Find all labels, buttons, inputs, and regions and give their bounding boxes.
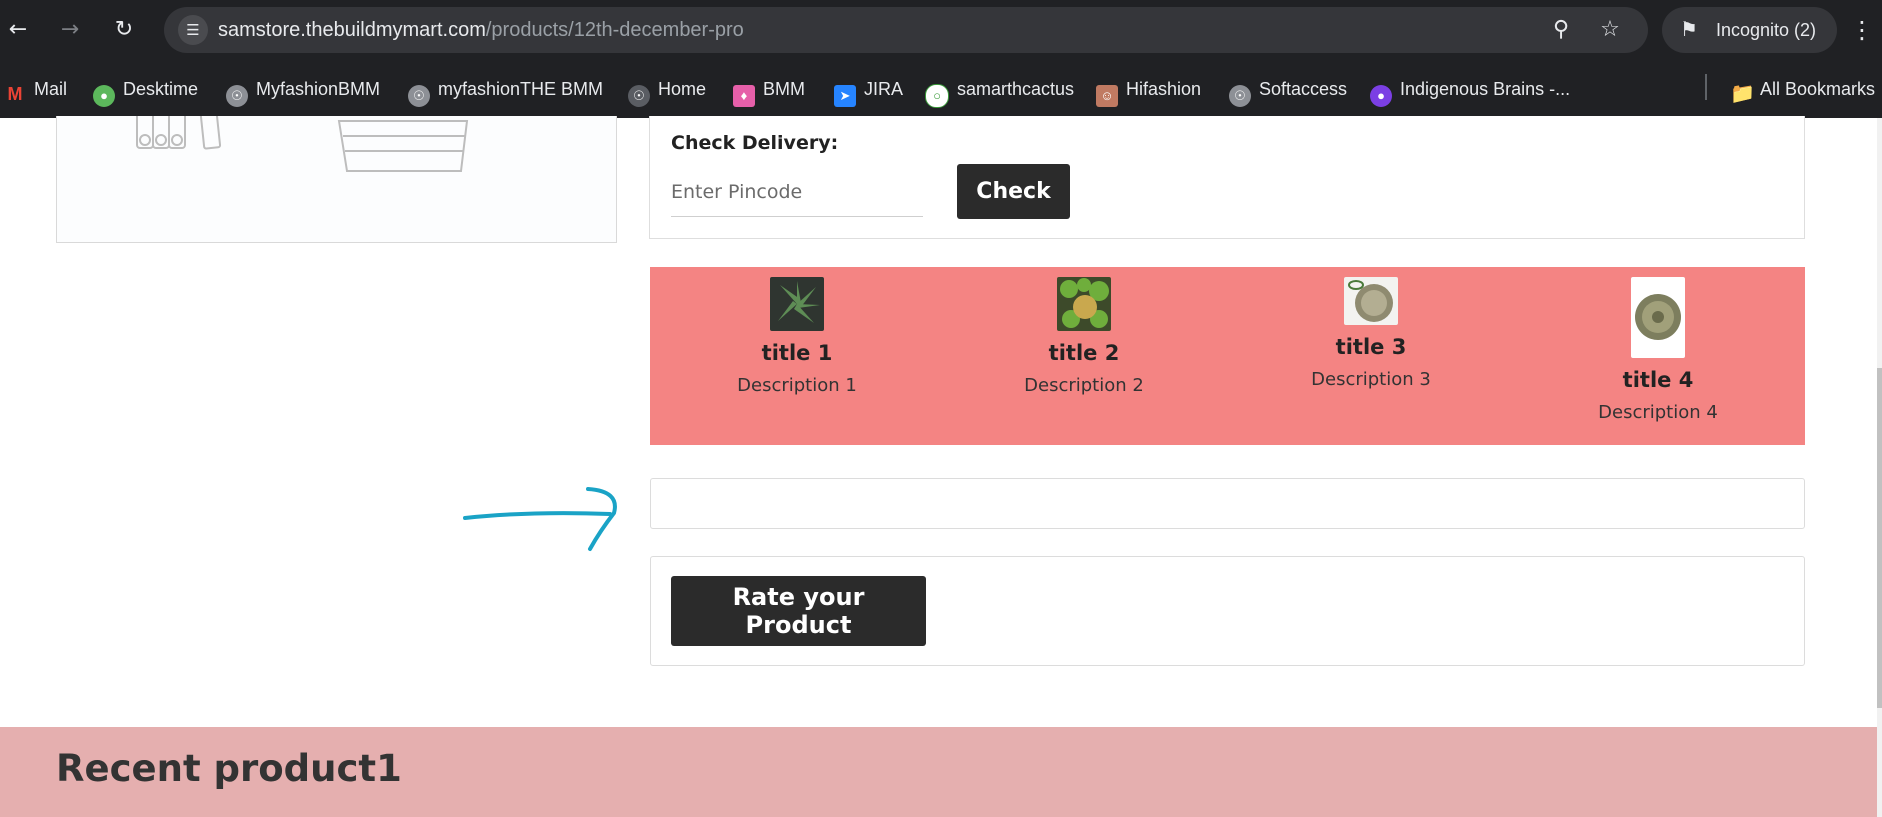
annotation-arrow-icon	[463, 487, 617, 551]
menu-dots-icon[interactable]: ⋮	[1850, 14, 1874, 46]
bookmark-bmm[interactable]: ♦ BMM	[733, 74, 805, 107]
globe-icon: ☉	[408, 85, 430, 107]
bookmark-home[interactable]: ☉ Home	[628, 74, 707, 107]
bmm-icon: ♦	[733, 85, 755, 107]
bookmark-label: Home	[658, 79, 707, 99]
incognito-label: Incognito (2)	[1716, 20, 1817, 40]
rate-product-button[interactable]: Rate your Product	[671, 576, 926, 646]
feature-item: title 2 Description 2	[954, 277, 1214, 396]
bookmark-desktime[interactable]: ● Desktime	[93, 74, 199, 107]
feature-item: title 4 Description 4	[1528, 277, 1788, 423]
cactus-thumbnail-1	[770, 277, 824, 331]
samarthcactus-icon: ○	[925, 84, 949, 108]
bookmarks-bar: M Mail ● Desktime ☉ MyfashionBMM ☉ myfashion…	[0, 60, 1882, 118]
url-path: /products/12th-december-pro	[485, 19, 744, 41]
incognito-icon: ⚑	[1680, 19, 1698, 41]
star-icon[interactable]: ☆	[1595, 15, 1625, 45]
feature-title: title 3	[1335, 335, 1407, 359]
bookmark-label: BMM	[763, 79, 805, 99]
check-button[interactable]: Check	[957, 164, 1070, 219]
hifashion-icon: ☺	[1096, 85, 1118, 107]
globe-icon: ☉	[1229, 85, 1251, 107]
bookmark-mail[interactable]: M Mail	[4, 74, 68, 104]
product-placeholder-illustration	[136, 104, 469, 172]
indigenous-icon: ●	[1370, 85, 1392, 107]
feature-description: Description 2	[1024, 375, 1144, 396]
feature-title: title 4	[1622, 368, 1694, 392]
product-image-card	[56, 104, 617, 243]
feature-description: Description 1	[737, 375, 857, 396]
site-info-icon[interactable]: ☰	[178, 15, 208, 45]
bookmark-label: Desktime	[123, 79, 199, 99]
bookmark-softaccess[interactable]: ☉ Softaccess	[1229, 74, 1348, 107]
back-arrow-icon[interactable]: ←	[2, 14, 34, 46]
globe-icon: ☉	[628, 85, 650, 107]
url-text[interactable]: samstore.thebuildmymart.com/products/12t…	[218, 7, 744, 53]
bookmarks-divider	[1705, 74, 1707, 100]
bookmark-myfashionbmm[interactable]: ☉ MyfashionBMM	[226, 74, 381, 107]
forward-arrow-icon[interactable]: →	[54, 14, 86, 46]
empty-content-block	[650, 478, 1805, 529]
bookmark-samarthcactus[interactable]: ○ samarthcactus	[925, 74, 1075, 108]
all-bookmarks-label: All Bookmarks	[1760, 79, 1876, 99]
recent-products-title: Recent product1	[56, 747, 402, 790]
cactus-thumbnail-3	[1344, 277, 1398, 325]
bookmark-hifashion[interactable]: ☺ Hifashion	[1096, 74, 1202, 107]
features-band: title 1 Description 1 title 2 Descriptio…	[650, 267, 1805, 445]
bookmark-myfashionthebmm[interactable]: ☉ myfashionTHE BMM	[408, 74, 604, 107]
feature-item: title 3 Description 3	[1241, 277, 1501, 390]
feature-title: title 2	[1048, 341, 1120, 365]
globe-icon: ☉	[226, 85, 248, 107]
recent-products-section: Recent product1	[0, 727, 1877, 817]
pincode-input[interactable]	[671, 168, 923, 217]
bookmark-label: Hifashion	[1126, 79, 1202, 99]
delivery-check-card: Check Delivery: Check	[649, 116, 1805, 239]
bookmark-label: Mail	[34, 79, 68, 99]
zoom-icon[interactable]: ⚲	[1546, 15, 1576, 45]
bookmark-label: Softaccess	[1259, 79, 1348, 99]
cactus-thumbnail-4	[1631, 277, 1685, 358]
all-bookmarks[interactable]: 📁 All Bookmarks	[1730, 74, 1876, 105]
check-delivery-label: Check Delivery:	[671, 132, 839, 154]
bookmark-label: Indigenous Brains -...	[1400, 79, 1571, 99]
desktime-icon: ●	[93, 85, 115, 107]
jira-icon: ➤	[834, 85, 856, 107]
reload-icon[interactable]: ↻	[108, 14, 140, 46]
feature-description: Description 4	[1598, 402, 1718, 423]
bookmark-label: MyfashionBMM	[256, 79, 381, 99]
feature-title: title 1	[761, 341, 833, 365]
browser-toolbar: ← → ↻ ☰ samstore.thebuildmymart.com/prod…	[0, 0, 1882, 60]
gmail-icon: M	[7, 84, 23, 104]
bookmark-label: samarthcactus	[957, 79, 1075, 99]
folder-icon: 📁	[1730, 83, 1755, 105]
feature-description: Description 3	[1311, 369, 1431, 390]
scrollbar-thumb[interactable]	[1877, 368, 1882, 708]
url-host: samstore.thebuildmymart.com	[218, 19, 486, 41]
bookmark-label: JIRA	[864, 79, 904, 99]
bookmark-jira[interactable]: ➤ JIRA	[834, 74, 904, 107]
address-bar[interactable]: ☰ samstore.thebuildmymart.com/products/1…	[164, 7, 1648, 53]
cactus-thumbnail-2	[1057, 277, 1111, 331]
bookmark-indigenous-brains[interactable]: ● Indigenous Brains -...	[1370, 74, 1571, 107]
bookmark-label: myfashionTHE BMM	[438, 79, 604, 99]
product-page: Check Delivery: Check title 1 Descriptio…	[0, 104, 1882, 817]
feature-item: title 1 Description 1	[667, 277, 927, 396]
incognito-button[interactable]: ⚑ Incognito (2)	[1662, 7, 1837, 53]
rate-product-card: Rate your Product	[650, 556, 1805, 666]
page-scrollbar[interactable]	[1877, 118, 1882, 817]
